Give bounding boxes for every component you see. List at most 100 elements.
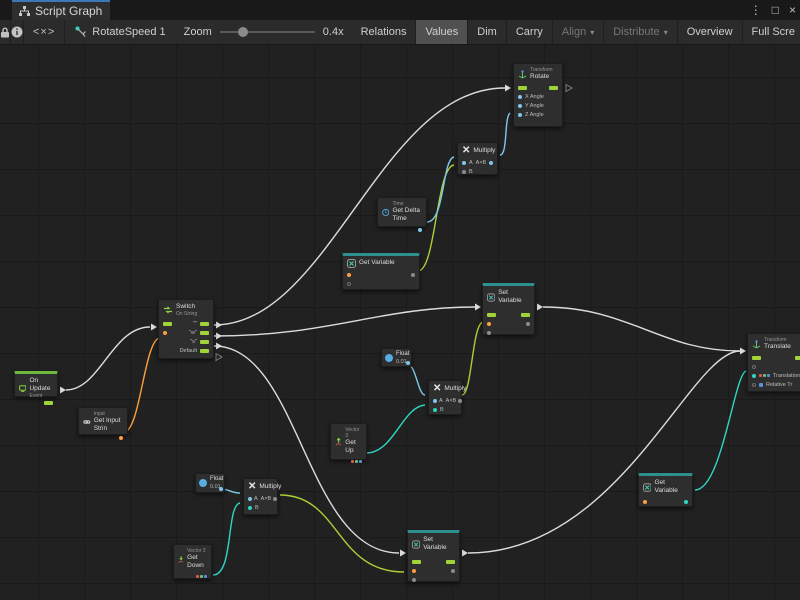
string-out-port[interactable] <box>119 436 123 440</box>
fallback-port[interactable] <box>347 282 351 286</box>
vector3-out-port[interactable] <box>196 575 207 578</box>
node-vector3-get-down[interactable]: Vector 3 Get Down <box>173 544 212 579</box>
graph-canvas[interactable]: Transform Rotate X Angle Y Angle Z Angle <box>0 45 800 600</box>
node-set-variable-bot[interactable]: Set Variable <box>407 530 460 582</box>
flow-out-port[interactable] <box>446 560 455 564</box>
distribute-dropdown[interactable]: Distribute ▾ <box>604 20 677 44</box>
node-on-update[interactable]: On Update Event <box>14 371 58 397</box>
flow-out-port[interactable] <box>521 313 530 317</box>
wire-getdown-to-multiply[interactable] <box>213 503 240 575</box>
variable-value-out-port[interactable] <box>684 500 688 504</box>
script-graph-window: Script Graph ⋮ □ × <×> <box>0 0 800 600</box>
relative-to-port[interactable] <box>752 383 756 387</box>
value-out-port[interactable] <box>526 322 530 326</box>
variable-name-port[interactable] <box>412 569 416 573</box>
relations-button[interactable]: Relations <box>352 20 417 44</box>
value-in-port[interactable] <box>412 578 416 582</box>
node-get-input-string[interactable]: Input Get Input Strin <box>78 407 128 435</box>
node-get-variable-top[interactable]: Get Variable <box>342 253 420 290</box>
a-port[interactable] <box>248 497 252 501</box>
y-angle-port[interactable] <box>518 104 522 108</box>
window-menu-icon[interactable]: ⋮ <box>750 3 762 17</box>
flow-out-port[interactable] <box>44 401 53 405</box>
node-get-delta-time[interactable]: Time Get Delta Time <box>377 197 427 227</box>
flow-out-port[interactable] <box>549 86 558 90</box>
wire-float-mid-to-multiply[interactable] <box>408 365 425 395</box>
node-set-variable-mid[interactable]: Set Variable <box>482 283 535 335</box>
zoom-slider-track[interactable] <box>220 31 315 33</box>
overview-button[interactable]: Overview <box>678 20 743 44</box>
float-out-port[interactable] <box>406 361 410 365</box>
wire-switch-case2-to-setvariable-mid[interactable] <box>214 307 475 336</box>
variable-name-port[interactable] <box>347 273 351 277</box>
values-button[interactable]: Values <box>416 20 468 44</box>
code-view-button[interactable]: <×> <box>24 20 65 44</box>
flow-in-port[interactable] <box>163 322 172 326</box>
case-out-port[interactable] <box>200 340 209 344</box>
fullscreen-button[interactable]: Full Scre <box>743 20 800 44</box>
wire-multiply-bot-to-setvariable[interactable] <box>280 495 404 572</box>
b-port[interactable] <box>462 170 466 174</box>
variable-name-port[interactable] <box>487 322 491 326</box>
dim-button[interactable]: Dim <box>468 20 507 44</box>
case-out-port[interactable] <box>200 331 209 335</box>
delta-time-out-port[interactable] <box>418 228 422 232</box>
target-port[interactable] <box>752 365 756 369</box>
flow-in-port[interactable] <box>752 356 761 360</box>
info-button[interactable] <box>11 20 24 44</box>
value-in-port[interactable] <box>487 331 491 335</box>
wire-multiply-top-to-rotate[interactable] <box>500 113 510 155</box>
node-vector3-get-up[interactable]: Vector 3 Get Up <box>330 423 367 460</box>
lock-button[interactable] <box>0 20 11 44</box>
node-float-mid[interactable]: Float 0.01 <box>381 348 412 367</box>
wire-getup-to-multiply[interactable] <box>366 405 425 453</box>
result-port[interactable] <box>489 161 493 165</box>
node-switch-on-string[interactable]: Switch On String "" "w" "s" <box>158 299 214 359</box>
port-label: Y Angle <box>525 103 544 109</box>
z-angle-port[interactable] <box>518 113 522 117</box>
node-multiply-bot[interactable]: ✕ Multiply A A×B B <box>243 478 278 515</box>
variable-name-port[interactable] <box>643 500 647 504</box>
wire-setvariable-mid-to-translate[interactable] <box>543 307 740 351</box>
node-transform-rotate[interactable]: Transform Rotate X Angle Y Angle Z Angle <box>513 63 563 127</box>
vector3-out-port[interactable] <box>351 460 362 463</box>
node-multiply-mid[interactable]: ✕ Multiply A A×B B <box>428 380 462 415</box>
float-out-port[interactable] <box>219 487 223 491</box>
node-float-bot[interactable]: Float 0.01 <box>195 473 225 493</box>
tab-script-graph[interactable]: Script Graph <box>12 0 110 20</box>
close-icon[interactable]: × <box>789 3 796 17</box>
default-out-port[interactable] <box>200 349 209 353</box>
graph-breadcrumb[interactable]: RotateSpeed 1 <box>65 20 175 44</box>
wire-switch-case3-to-setvariable-bot[interactable] <box>214 346 399 553</box>
flow-in-port[interactable] <box>518 86 527 90</box>
result-port[interactable] <box>458 399 462 403</box>
wire-getvariable-bot-to-translate[interactable] <box>695 371 746 490</box>
result-port[interactable] <box>273 497 277 501</box>
node-get-variable-bot[interactable]: Get Variable <box>638 473 693 507</box>
node-title: Get Up <box>345 439 362 455</box>
a-port[interactable] <box>462 161 466 165</box>
selector-port[interactable] <box>163 331 167 335</box>
b-port[interactable] <box>248 506 252 510</box>
wire-getinput-to-switch[interactable] <box>124 338 159 432</box>
node-multiply-top[interactable]: ✕ Multiply A A×B B <box>457 142 498 175</box>
wire-onupdate-to-switch[interactable] <box>66 327 150 390</box>
wire-setvariable-bot-to-translate[interactable] <box>468 351 740 553</box>
case-out-port[interactable] <box>200 322 209 326</box>
flow-out-port[interactable] <box>795 356 800 360</box>
translation-port[interactable] <box>752 374 756 378</box>
x-angle-port[interactable] <box>518 95 522 99</box>
title-bar: Script Graph ⋮ □ × <box>0 0 800 20</box>
node-transform-translate[interactable]: Transform Translate Translation Relative… <box>747 333 800 392</box>
a-port[interactable] <box>433 399 437 403</box>
variable-value-out-port[interactable] <box>411 273 415 277</box>
flow-in-port[interactable] <box>487 313 496 317</box>
value-out-port[interactable] <box>451 569 455 573</box>
port-label: A×B <box>261 496 272 502</box>
align-dropdown[interactable]: Align ▾ <box>553 20 604 44</box>
zoom-slider-handle[interactable] <box>238 27 248 37</box>
carry-button[interactable]: Carry <box>507 20 553 44</box>
b-port[interactable] <box>433 408 437 412</box>
maximize-icon[interactable]: □ <box>772 3 779 17</box>
flow-in-port[interactable] <box>412 560 421 564</box>
